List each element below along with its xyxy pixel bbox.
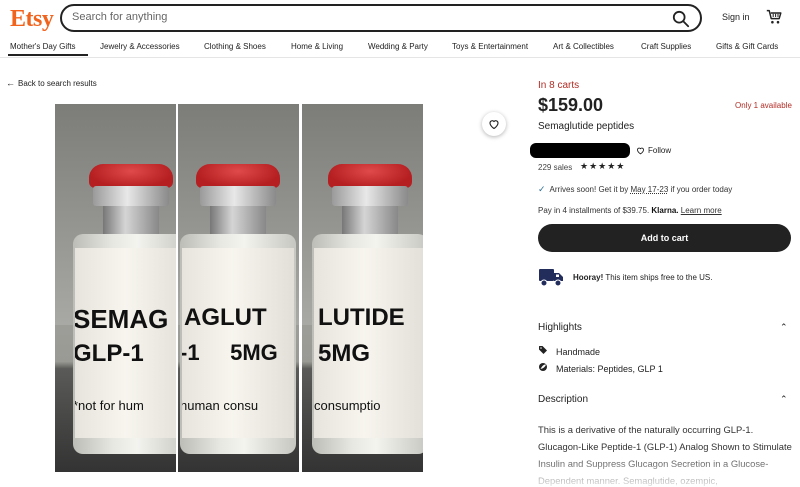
- cart-icon[interactable]: [766, 9, 782, 25]
- favorite-button[interactable]: [482, 112, 506, 136]
- category-home[interactable]: Home & Living: [291, 42, 343, 51]
- vial-label-text: SEMAG: [75, 304, 169, 334]
- vial-label: LUTIDE 5MG consumptio: [314, 248, 423, 438]
- klarna-text: Pay in 4 installments of $39.75.: [538, 206, 652, 215]
- vial-cap: [196, 164, 280, 188]
- category-toys[interactable]: Toys & Entertainment: [452, 42, 528, 51]
- category-art[interactable]: Art & Collectibles: [553, 42, 614, 51]
- vial-label-text: AGLUT: [184, 304, 267, 331]
- vial-image: SEMAG GLP-1 *not for hum: [73, 164, 176, 464]
- category-clothing[interactable]: Clothing & Shoes: [204, 42, 266, 51]
- arrives-prefix: Arrives soon! Get it by: [549, 185, 631, 194]
- vial-label-text: GLP-1: [75, 340, 144, 367]
- arrow-left-icon: ←: [6, 78, 15, 88]
- price: $159.00: [538, 95, 604, 115]
- redacted-shop-name: [530, 143, 630, 158]
- heart-icon: [489, 120, 499, 130]
- vial-crimp: [200, 186, 276, 206]
- active-category-underline: [8, 54, 88, 56]
- vial-crimp: [332, 186, 408, 206]
- highlight-item: Handmade: [538, 345, 600, 357]
- vial-label-text: consumptio: [314, 398, 381, 413]
- follow-shop-button[interactable]: Follow: [636, 146, 671, 155]
- category-mothers-day[interactable]: Mother's Day Gifts: [10, 42, 76, 51]
- arrives-suffix: if you order today: [668, 185, 733, 194]
- vial-label-text: LUTIDE: [318, 304, 405, 331]
- chevron-up-icon[interactable]: ⌃: [780, 322, 788, 333]
- arrives-date[interactable]: May 17-23: [630, 185, 668, 194]
- vial-crimp: [93, 186, 169, 206]
- back-link-label: Back to search results: [18, 79, 97, 88]
- highlight-label: Handmade: [556, 347, 601, 357]
- vial-label: AGLUT -1 5MG human consu: [182, 248, 294, 438]
- description-fade: [538, 452, 800, 487]
- back-to-search-link[interactable]: ← Back to search results: [6, 78, 97, 88]
- vial-label-text: *not for hum: [75, 398, 144, 413]
- add-to-cart-button[interactable]: Add to cart: [538, 224, 791, 252]
- product-title: Semaglutide peptides: [538, 121, 635, 132]
- product-photo-3[interactable]: LUTIDE 5MG consumptio: [302, 104, 423, 472]
- free-shipping-notice: Hooray! This item ships free to the US.: [573, 273, 712, 282]
- category-jewelry[interactable]: Jewelry & Accessories: [100, 42, 180, 51]
- highlights-header[interactable]: Highlights: [538, 322, 791, 333]
- category-craft[interactable]: Craft Supplies: [641, 42, 691, 51]
- product-photo-1[interactable]: SEMAG GLP-1 *not for hum: [55, 104, 176, 472]
- free-shipping-bold: Hooray!: [573, 273, 604, 282]
- sales-count: 229 sales: [538, 163, 573, 172]
- search-input[interactable]: [72, 11, 652, 23]
- truck-icon: [539, 269, 563, 287]
- klarna-brand: Klarna.: [651, 206, 679, 215]
- sign-in-link[interactable]: Sign in: [722, 12, 750, 22]
- vial-image: AGLUT -1 5MG human consu: [180, 164, 296, 464]
- vial-label-text: human consu: [182, 398, 259, 413]
- check-icon: ✓: [538, 184, 546, 194]
- heart-icon: [637, 147, 644, 155]
- follow-label: Follow: [648, 146, 672, 155]
- tag-icon: [538, 345, 550, 357]
- vial-label-text: 5MG: [318, 340, 371, 367]
- vial-label: SEMAG GLP-1 *not for hum: [75, 248, 176, 438]
- vial-image: LUTIDE 5MG consumptio: [312, 164, 423, 464]
- vial-cap: [328, 164, 412, 188]
- klarna-learn-more-link[interactable]: Learn more: [681, 206, 722, 215]
- rating-stars[interactable]: ★★★★★: [580, 161, 625, 172]
- highlight-label: Materials: Peptides, GLP 1: [556, 364, 663, 374]
- search-bar[interactable]: [60, 4, 702, 32]
- free-shipping-text: This item ships free to the US.: [603, 273, 713, 282]
- product-photo-2[interactable]: AGLUT -1 5MG human consu: [178, 104, 299, 472]
- category-wedding[interactable]: Wedding & Party: [368, 42, 428, 51]
- in-carts-notice: In 8 carts: [538, 80, 580, 91]
- search-icon[interactable]: [672, 10, 690, 28]
- category-nav: Mother's Day Gifts Jewelry & Accessories…: [0, 38, 800, 58]
- vial-label-text: -1 5MG: [182, 340, 278, 365]
- highlight-item: Materials: Peptides, GLP 1: [538, 362, 663, 374]
- category-gifts[interactable]: Gifts & Gift Cards: [716, 42, 778, 51]
- chevron-up-icon[interactable]: ⌃: [780, 394, 788, 405]
- leaf-icon: [538, 362, 550, 374]
- klarna-installments: Pay in 4 installments of $39.75. Klarna.…: [538, 206, 722, 215]
- etsy-logo[interactable]: Etsy: [10, 6, 54, 33]
- description-header[interactable]: Description: [538, 394, 791, 405]
- delivery-estimate: ✓ Arrives soon! Get it by May 17-23 if yo…: [538, 184, 732, 195]
- vial-cap: [89, 164, 173, 188]
- stock-notice: Only 1 available: [735, 101, 792, 110]
